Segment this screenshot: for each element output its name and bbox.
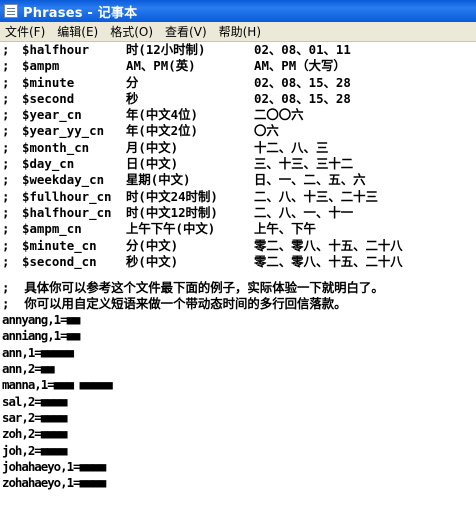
phrase-entry: joh,2=■■■■ (2, 442, 68, 458)
notepad-icon (4, 4, 18, 18)
variable-row: ; $year_yy_cn 年(中文2位) 〇六 (2, 123, 279, 139)
menu-edit[interactable]: 编辑(E) (51, 23, 104, 40)
phrase-entry: sal,2=■■■■ (2, 393, 68, 409)
variable-row: ; $halfhour 时(12小时制) 02、08、01、11 (2, 42, 351, 57)
variable-row: ; $ampm_cn 上午下午(中文) 上午、下午 (2, 221, 316, 237)
variable-row: ; $second_cn 秒(中文) 零二、零八、十五、二十八 (2, 253, 403, 269)
window-title: Phrases - 记事本 (23, 5, 138, 21)
phrase-entry: manna,1=■■■ ■■■■■ (2, 377, 113, 393)
menu-bar: 文件(F) 编辑(E) 格式(O) 查看(V) 帮助(H) (0, 22, 476, 42)
phrase-entry: zohahaeyo,1=■■■■ (2, 475, 106, 491)
variable-row: ; $fullhour_cn 时(中文24时制) 二、八、十三、二十三 (2, 188, 378, 204)
menu-view[interactable]: 查看(V) (159, 23, 213, 40)
text-editor[interactable]: ; $halfhour 时(12小时制) 02、08、01、11 ; $ampm AM、P… (0, 42, 476, 509)
variable-row: ; $halfhour_cn 时(中文12时制) 二、八、一、十一 (2, 204, 354, 220)
variable-row: ; $weekday_cn 星期(中文) 日、一、二、五、六 (2, 172, 366, 188)
phrase-entry: anniang,1=■■ (2, 328, 81, 344)
menu-file[interactable]: 文件(F) (0, 23, 51, 40)
variable-row: ; $month_cn 月(中文) 十二、八、三 (2, 139, 329, 155)
comment-line: ; 你可以用自定义短语来做一个带动态时间的多行回信落款。 (2, 296, 347, 312)
variable-row: ; $ampm AM、PM(英) AM、PM（大写） (2, 58, 346, 74)
phrase-entry: ann,2=■■ (2, 361, 55, 377)
phrase-entry: zoh,2=■■■■ (2, 426, 68, 442)
variable-row: ; $minute_cn 分(中文) 零二、零八、十五、二十八 (2, 237, 403, 253)
variable-row: ; $minute 分 02、08、15、28 (2, 74, 351, 90)
title-bar[interactable]: Phrases - 记事本 (0, 0, 476, 22)
variable-row: ; $second 秒 02、08、15、28 (2, 90, 351, 106)
variable-row: ; $year_cn 年(中文4位) 二〇〇六 (2, 107, 304, 123)
phrase-entry: ann,1=■■■■■ (2, 344, 74, 360)
comment-line: ; 具体你可以参考这个文件最下面的例子，实际体验一下就明白了。 (2, 280, 384, 296)
menu-help[interactable]: 帮助(H) (213, 23, 267, 40)
phrase-entry: sar,2=■■■■ (2, 409, 68, 425)
menu-format[interactable]: 格式(O) (104, 23, 159, 40)
phrase-entry: annyang,1=■■ (2, 312, 81, 328)
variable-row: ; $day_cn 日(中文) 三、十三、三十二 (2, 156, 354, 172)
phrase-entry: johahaeyo,1=■■■■ (2, 458, 106, 474)
